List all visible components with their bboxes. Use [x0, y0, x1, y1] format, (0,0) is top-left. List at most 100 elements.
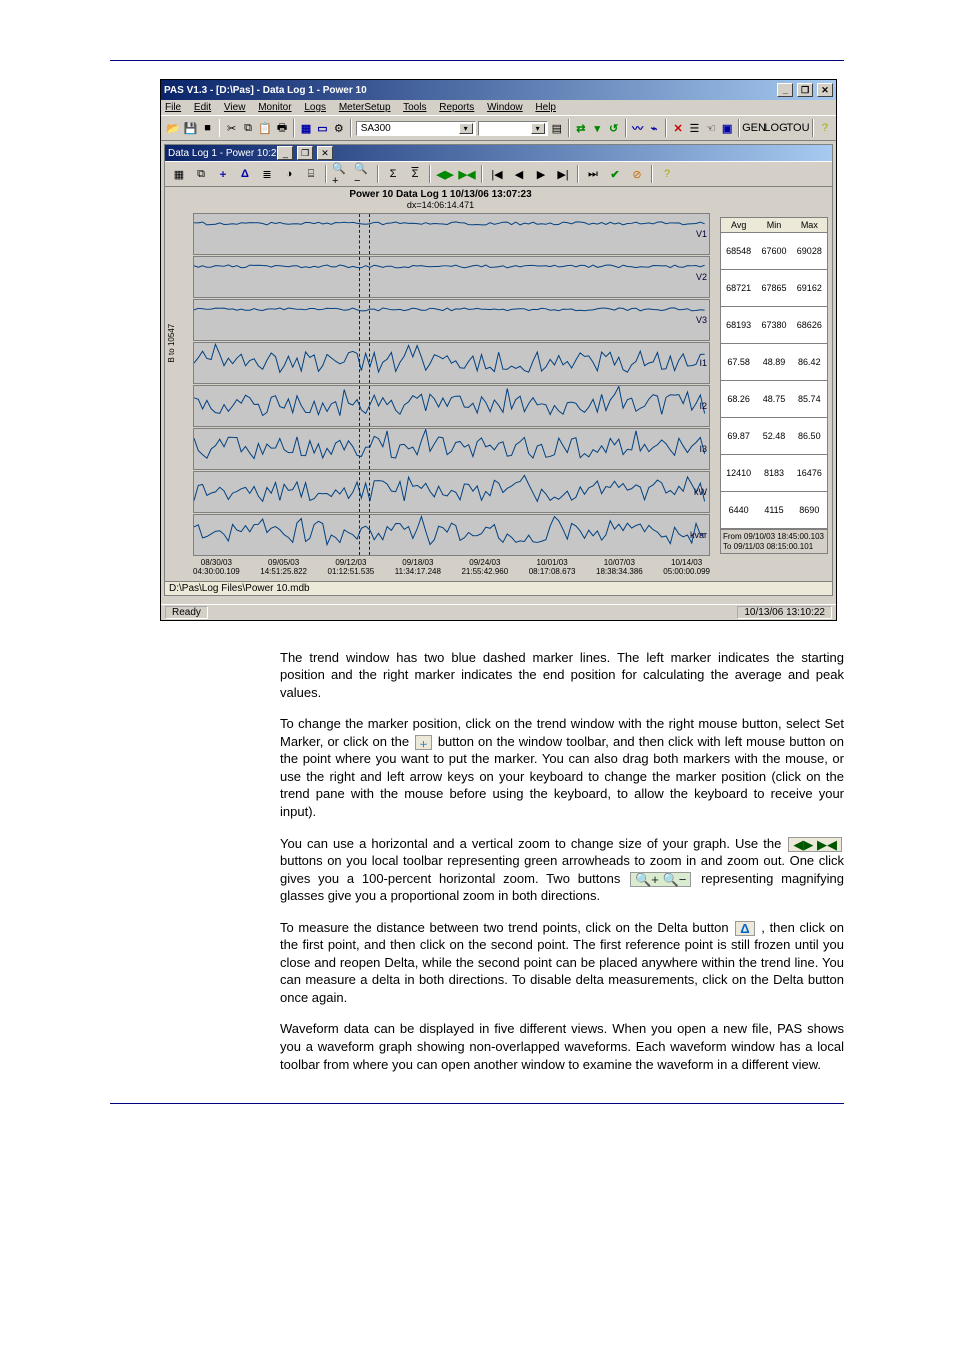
stats-row: 687216786569162	[720, 270, 828, 307]
stats-row: 681936738068626	[720, 307, 828, 344]
menu-reports[interactable]: Reports	[439, 102, 474, 113]
sub-close-button[interactable]: ✕	[317, 146, 333, 160]
app-title: PAS V1.3 - [D:\Pas] - Data Log 1 - Power…	[164, 85, 367, 96]
titlebar[interactable]: PAS V1.3 - [D:\Pas] - Data Log 1 - Power…	[161, 80, 836, 100]
table-icon[interactable]: ▤	[550, 118, 564, 138]
chart-icon[interactable]: 〰	[631, 118, 645, 138]
sync-icon[interactable]: ↺	[606, 118, 620, 138]
stats-row: 67.5848.8986.42	[720, 344, 828, 381]
aux-combo[interactable]	[478, 121, 548, 136]
window-icon[interactable]: ▭	[315, 118, 329, 138]
app-window: PAS V1.3 - [D:\Pas] - Data Log 1 - Power…	[160, 79, 837, 621]
chart-strip-kvar[interactable]: 49900-17900kvar	[193, 514, 710, 556]
sub-titlebar[interactable]: Data Log 1 - Power 10:2 _ ❐ ✕	[165, 145, 832, 161]
log-button[interactable]: LOG	[766, 118, 786, 138]
chart-panes[interactable]: Power 10 Data Log 1 10/13/06 13:07:23 dx…	[165, 187, 716, 581]
nav-first-icon[interactable]: |◀	[487, 164, 507, 184]
zoom-out-icon[interactable]: 🔍−	[353, 164, 373, 184]
save-icon[interactable]: 💾	[183, 118, 199, 138]
open-icon[interactable]: 📂	[165, 118, 181, 138]
menu-edit[interactable]: Edit	[194, 102, 211, 113]
chart-strip-I2[interactable]: 251.004.10I2	[193, 385, 710, 427]
h-zoom-in-icon[interactable]: ▶◀	[457, 164, 477, 184]
para-delta-a: To measure the distance between two tren…	[280, 920, 733, 935]
sigma2-icon[interactable]: Σ	[405, 164, 425, 184]
skip-fwd-icon[interactable]: ⏭	[583, 164, 603, 184]
sub-title: Data Log 1 - Power 10:2	[168, 148, 276, 159]
view-overlap-icon[interactable]: ⧉	[191, 164, 211, 184]
stats-from: From 09/10/03 18:45:00.103	[723, 532, 825, 542]
nav-last-icon[interactable]: ▶|	[553, 164, 573, 184]
connect-icon[interactable]: ⇄	[574, 118, 588, 138]
nav-next-icon[interactable]: ▶	[531, 164, 551, 184]
help2-icon[interactable]: ?	[657, 164, 677, 184]
cancel-icon[interactable]: ⊘	[627, 164, 647, 184]
stats-footer: From 09/10/03 18:45:00.103 To 09/11/03 0…	[720, 529, 828, 554]
download-icon[interactable]: ▣	[720, 118, 734, 138]
main-toolbar: 📂 💾 ■ ✂ ⧉ 📋 🖶 ▦ ▭ ⚙ SA300 ▤ ⇄ ▾ ↺ 〰 ⌁ ✕	[161, 115, 836, 141]
filepath-bar: D:\Pas\Log Files\Power 10.mdb	[165, 581, 832, 595]
stats-header-max: Max	[792, 218, 827, 232]
paste-icon[interactable]: 📋	[257, 118, 273, 138]
sub-maximize-button[interactable]: ❐	[297, 146, 313, 160]
sigma-icon[interactable]: Σ	[383, 164, 403, 184]
channels-icon[interactable]: ≣	[257, 164, 277, 184]
menubar[interactable]: File Edit View Monitor Logs MeterSetup T…	[161, 100, 836, 115]
menu-window[interactable]: Window	[487, 102, 523, 113]
zoom-in-icon[interactable]: 🔍+	[331, 164, 351, 184]
chart-strip-I1[interactable]: 251.004.10I1	[193, 342, 710, 384]
para-zoom-a: You can use a horizontal and a vertical …	[280, 836, 786, 851]
stats-panel: Avg Min Max 6854867600690286872167865691…	[716, 187, 832, 581]
menu-file[interactable]: File	[165, 102, 181, 113]
chart-strip-V1[interactable]: 6950055900V1	[193, 213, 710, 255]
statusbar: Ready 10/13/06 13:10:22	[161, 604, 836, 620]
chart-strip-V3[interactable]: 6950055900V3	[193, 299, 710, 341]
help-icon[interactable]: ?	[818, 118, 832, 138]
rt-icon[interactable]: ⌁	[647, 118, 661, 138]
x-tick: 10/07/0318:38:34.386	[596, 559, 643, 577]
delete-icon[interactable]: ✕	[671, 118, 685, 138]
menu-logs[interactable]: Logs	[304, 102, 326, 113]
plug-icon[interactable]: ▾	[590, 118, 604, 138]
chart-side-label: B to 10547	[167, 324, 176, 363]
chart-strip-kW[interactable]: 49900-17900kW	[193, 471, 710, 513]
x-tick: 10/14/0305:00:00.099	[663, 559, 710, 577]
menu-metersetup[interactable]: MeterSetup	[339, 102, 391, 113]
print-icon[interactable]: 🖶	[275, 118, 289, 138]
chart-strip-V2[interactable]: 6950055900V2	[193, 256, 710, 298]
document-text: The trend window has two blue dashed mar…	[280, 649, 844, 1073]
maximize-button[interactable]: ❐	[797, 83, 813, 97]
tou-button[interactable]: TOU	[788, 118, 808, 138]
view-table-icon[interactable]: ▦	[169, 164, 189, 184]
settings-icon[interactable]: ⚙	[332, 118, 346, 138]
delta-icon[interactable]: Δ	[235, 164, 255, 184]
menu-monitor[interactable]: Monitor	[258, 102, 291, 113]
menu-view[interactable]: View	[224, 102, 246, 113]
menu-tools[interactable]: Tools	[403, 102, 426, 113]
nav-prev-icon[interactable]: ◀	[509, 164, 529, 184]
options-icon[interactable]: ◑	[279, 164, 299, 184]
minimize-button[interactable]: _	[777, 83, 793, 97]
list-icon[interactable]: ☰	[687, 118, 701, 138]
chart-area: Power 10 Data Log 1 10/13/06 13:07:23 dx…	[165, 187, 832, 581]
x-tick: 08/30/0304:30:00.109	[193, 559, 240, 577]
properties-icon[interactable]: ⌸	[301, 164, 321, 184]
cut-icon[interactable]: ✂	[224, 118, 238, 138]
chart-strip-I3[interactable]: 251.004.10I3	[193, 428, 710, 470]
apply-icon[interactable]: ✔	[605, 164, 625, 184]
h-zoom-out-icon[interactable]: ◀▶	[435, 164, 455, 184]
device-combo[interactable]: SA300	[356, 121, 476, 136]
menu-help[interactable]: Help	[535, 102, 556, 113]
gen-button[interactable]: GEN	[744, 118, 764, 138]
copy-icon[interactable]: ⧉	[241, 118, 255, 138]
stats-header-min: Min	[756, 218, 791, 232]
hand-icon[interactable]: ☜	[704, 118, 718, 138]
grid-icon[interactable]: ▦	[299, 118, 313, 138]
stats-row: 69.8752.4886.50	[720, 418, 828, 455]
set-marker-icon[interactable]: ⧾	[213, 164, 233, 184]
close-button[interactable]: ✕	[817, 83, 833, 97]
stats-to: To 09/11/03 08:15:00.101	[723, 542, 825, 552]
sub-minimize-button[interactable]: _	[277, 146, 293, 160]
x-axis: 08/30/0304:30:00.10909/05/0314:51:25.822…	[165, 557, 716, 581]
stop-icon[interactable]: ■	[200, 118, 214, 138]
